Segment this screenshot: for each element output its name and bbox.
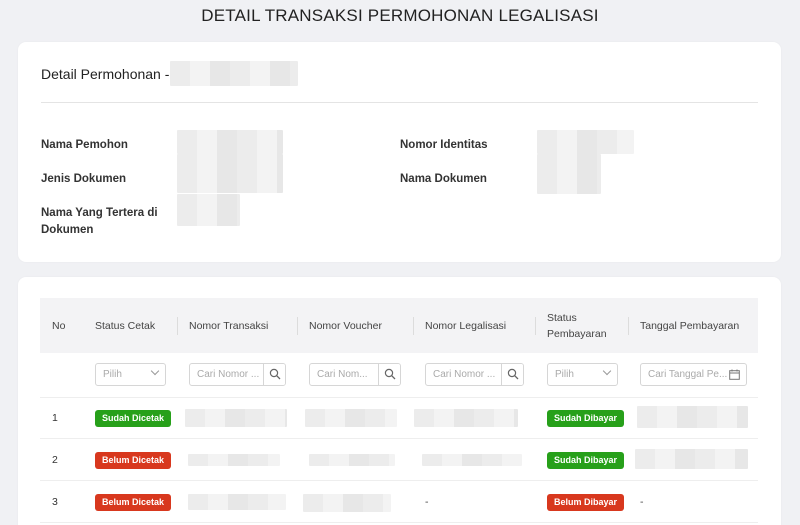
status-cetak-badge: Sudah Dicetak (95, 410, 172, 427)
page-title: DETAIL TRANSAKSI PERMOHONAN LEGALISASI (201, 6, 599, 25)
column-separator (297, 317, 298, 335)
label-nomor-identitas: Nomor Identitas (400, 139, 488, 151)
redacted-nomor-voucher (309, 454, 395, 466)
status-pembayaran-filter-value: Pilih (555, 369, 574, 380)
label-nama-dokumen: Nama Dokumen (400, 173, 487, 185)
table-row: 1 Sudah Dicetak Sudah Dibayar (40, 398, 758, 439)
nomor-voucher-search-input[interactable]: Cari Nom... (309, 363, 401, 386)
redacted-nama-pemohon (177, 130, 283, 154)
nomor-transaksi-search-input[interactable]: Cari Nomor ... (189, 363, 286, 386)
chevron-down-icon (602, 366, 612, 376)
redacted-id (170, 61, 298, 86)
th-no: No (52, 320, 66, 332)
status-cetak-filter[interactable]: Pilih (95, 363, 166, 386)
divider (41, 102, 758, 103)
table-header: No Status Cetak Nomor Transaksi Nomor Vo… (40, 298, 758, 353)
redacted-nomor-transaksi (188, 454, 280, 466)
th-status-cetak: Status Cetak (95, 320, 156, 332)
row-number: 2 (52, 454, 58, 466)
th-nomor-legalisasi: Nomor Legalisasi (425, 320, 507, 332)
column-separator (628, 317, 629, 335)
nomor-legalisasi-placeholder: Cari Nomor ... (433, 369, 496, 380)
filter-row: Pilih Cari Nomor ... Cari Nom... Cari No… (40, 353, 758, 398)
calendar-icon[interactable] (729, 369, 740, 383)
label-jenis-dokumen: Jenis Dokumen (41, 173, 126, 185)
redacted-nomor-identitas (537, 130, 634, 154)
th-tanggal-pembayaran: Tanggal Pembayaran (640, 320, 740, 332)
status-cetak-filter-value: Pilih (103, 369, 122, 380)
transactions-card: No Status Cetak Nomor Transaksi Nomor Vo… (18, 277, 781, 525)
table-row: 3 Belum Dicetak - Belum Dibayar - (40, 482, 758, 523)
status-pembayaran-filter[interactable]: Pilih (547, 363, 618, 386)
status-cetak-badge: Belum Dicetak (95, 494, 172, 511)
column-separator (177, 317, 178, 335)
redacted-tanggal-pembayaran (635, 449, 748, 469)
column-separator (535, 317, 536, 335)
status-cetak-badge: Belum Dicetak (95, 452, 172, 469)
th-nomor-voucher: Nomor Voucher (309, 320, 382, 332)
th-status-pembayaran: Status Pembayaran (547, 312, 607, 340)
status-pembayaran-badge: Sudah Dibayar (547, 410, 625, 427)
table-row: 2 Belum Dicetak Sudah Dibayar (40, 440, 758, 481)
tanggal-pembayaran-value: - (640, 496, 644, 508)
row-number: 3 (52, 496, 58, 508)
label-nama-yang-tertera: Nama Yang Tertera di Dokumen (41, 207, 158, 236)
row-number: 1 (52, 412, 58, 424)
label-nama-pemohon: Nama Pemohon (41, 139, 128, 151)
search-icon[interactable] (501, 364, 523, 385)
chevron-down-icon (150, 366, 160, 376)
redacted-nomor-voucher (305, 409, 397, 427)
nomor-transaksi-placeholder: Cari Nomor ... (197, 369, 260, 380)
status-pembayaran-badge: Belum Dibayar (547, 494, 625, 511)
redacted-nama-dokumen (537, 154, 601, 194)
redacted-tanggal-pembayaran (637, 406, 748, 428)
detail-card: Detail Permohonan - Nama Pemohon Jenis D… (18, 42, 781, 262)
redacted-jenis-dokumen (177, 154, 283, 193)
detail-heading: Detail Permohonan - (41, 66, 170, 82)
nomor-legalisasi-value: - (425, 496, 429, 508)
th-nomor-transaksi: Nomor Transaksi (189, 320, 269, 332)
status-pembayaran-badge: Sudah Dibayar (547, 452, 625, 469)
redacted-nomor-legalisasi (414, 409, 518, 427)
redacted-nomor-transaksi (188, 494, 286, 510)
redacted-nomor-voucher (303, 494, 391, 512)
redacted-nomor-legalisasi (422, 454, 522, 466)
nomor-voucher-placeholder: Cari Nom... (317, 369, 368, 380)
search-icon[interactable] (378, 364, 400, 385)
nomor-legalisasi-search-input[interactable]: Cari Nomor ... (425, 363, 524, 386)
tanggal-pembayaran-placeholder: Cari Tanggal Pe... (648, 369, 728, 380)
search-icon[interactable] (263, 364, 285, 385)
tanggal-pembayaran-date-input[interactable]: Cari Tanggal Pe... (640, 363, 747, 386)
redacted-nama-yang-tertera (177, 194, 240, 226)
column-separator (413, 317, 414, 335)
redacted-nomor-transaksi (185, 409, 287, 427)
